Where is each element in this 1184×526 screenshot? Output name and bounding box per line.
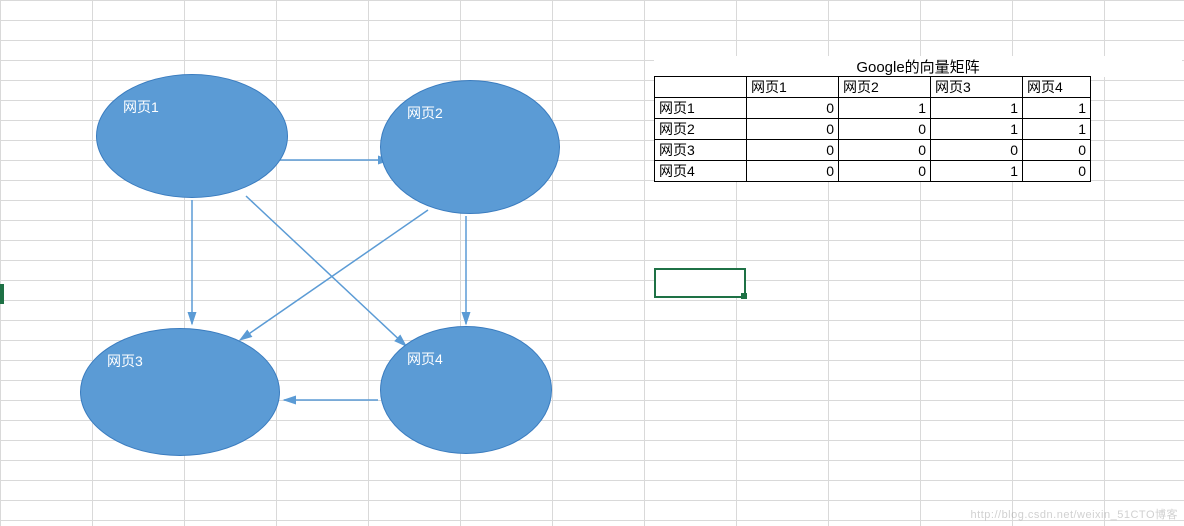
cell: 0 xyxy=(839,140,931,161)
node-page1: 网页1 xyxy=(96,74,288,198)
cell: 0 xyxy=(747,98,839,119)
table-row: 网页2 0 0 1 1 xyxy=(655,119,1091,140)
cell: 0 xyxy=(839,119,931,140)
row-selection-edge xyxy=(0,284,4,304)
cell: 0 xyxy=(747,140,839,161)
col-header: 网页3 xyxy=(931,77,1023,98)
col-header: 网页2 xyxy=(839,77,931,98)
cell: 1 xyxy=(931,161,1023,182)
row-header: 网页4 xyxy=(655,161,747,182)
node-label: 网页2 xyxy=(407,103,443,123)
header-empty xyxy=(655,77,747,98)
cell: 0 xyxy=(747,119,839,140)
adjacency-matrix-table: 网页1 网页2 网页3 网页4 网页1 0 1 1 1 网页2 0 0 1 1 … xyxy=(654,76,1091,182)
cell: 1 xyxy=(931,98,1023,119)
row-header: 网页1 xyxy=(655,98,747,119)
matrix-title: Google的向量矩阵 xyxy=(654,56,1182,77)
node-page2: 网页2 xyxy=(380,80,560,214)
table-header-row: 网页1 网页2 网页3 网页4 xyxy=(655,77,1091,98)
cell: 1 xyxy=(839,98,931,119)
row-header: 网页3 xyxy=(655,140,747,161)
cell: 1 xyxy=(1023,98,1091,119)
node-page3: 网页3 xyxy=(80,328,280,456)
node-label: 网页4 xyxy=(407,349,443,369)
cell: 1 xyxy=(1023,119,1091,140)
cell: 0 xyxy=(747,161,839,182)
table-row: 网页3 0 0 0 0 xyxy=(655,140,1091,161)
cell: 0 xyxy=(931,140,1023,161)
cell: 0 xyxy=(1023,161,1091,182)
row-header: 网页2 xyxy=(655,119,747,140)
node-page4: 网页4 xyxy=(380,326,552,454)
cell: 0 xyxy=(839,161,931,182)
selected-cell[interactable] xyxy=(654,268,746,298)
table-row: 网页1 0 1 1 1 xyxy=(655,98,1091,119)
col-header: 网页4 xyxy=(1023,77,1091,98)
watermark-text: http://blog.csdn.net/weixin_51CTO博客 xyxy=(971,506,1178,522)
cell: 1 xyxy=(931,119,1023,140)
cell: 0 xyxy=(1023,140,1091,161)
col-header: 网页1 xyxy=(747,77,839,98)
table-row: 网页4 0 0 1 0 xyxy=(655,161,1091,182)
node-label: 网页3 xyxy=(107,351,143,371)
node-label: 网页1 xyxy=(123,97,159,117)
